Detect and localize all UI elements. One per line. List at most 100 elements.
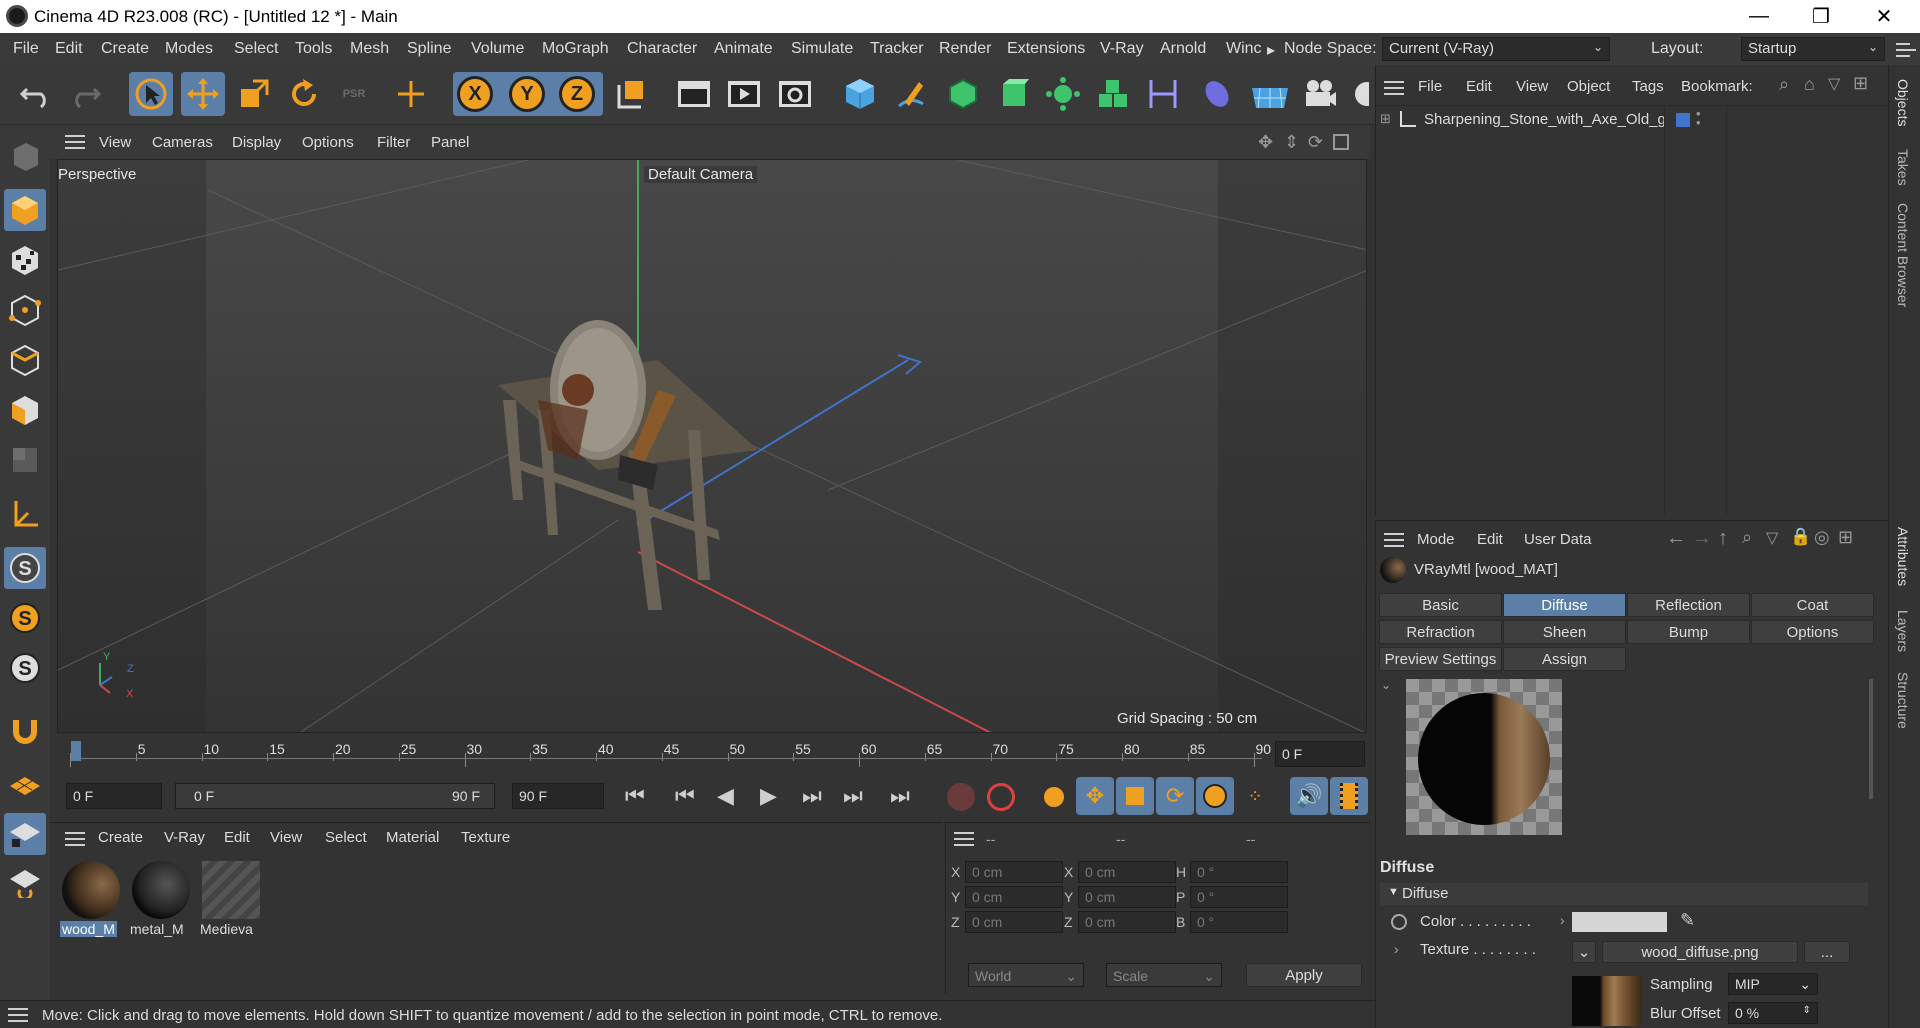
solo-hierarchy-icon[interactable]: S — [4, 647, 46, 689]
color-swatch[interactable] — [1572, 912, 1667, 932]
redo-icon[interactable] — [63, 72, 107, 116]
blur-offset-field[interactable]: 0 % ⇕ — [1728, 1002, 1818, 1024]
tab-layers[interactable]: Layers — [1895, 610, 1911, 652]
home-icon[interactable]: ⌂ — [1804, 74, 1815, 95]
attr-tab-options[interactable]: Options — [1751, 620, 1874, 644]
tab-attributes[interactable]: Attributes — [1895, 527, 1911, 586]
menu-render[interactable]: Render — [939, 40, 991, 58]
attr-tab-sheen[interactable]: Sheen — [1503, 620, 1626, 644]
play-icon[interactable]: ▶ — [760, 783, 777, 809]
extrude-icon[interactable] — [991, 72, 1035, 116]
menu-volume[interactable]: Volume — [471, 40, 524, 58]
material-item[interactable]: Medieva — [200, 859, 262, 941]
status-hamburger-icon[interactable] — [8, 1008, 28, 1022]
coord-mode-select[interactable]: Scale ⌄ — [1106, 963, 1222, 987]
filter-icon[interactable]: ▽ — [1766, 528, 1778, 548]
keyframe-selection-icon[interactable] — [1040, 783, 1068, 811]
active-camera-label[interactable]: Default Camera — [644, 166, 758, 183]
uv-mode-icon[interactable] — [4, 439, 46, 481]
viewport-maximize-icon[interactable] — [1333, 134, 1349, 150]
render-view-icon[interactable] — [672, 72, 716, 116]
menu-overflow-arrow-icon[interactable]: ▸ — [1267, 40, 1275, 60]
up-arrow-icon[interactable]: ↑ — [1718, 527, 1728, 550]
subdivision-surface-icon[interactable] — [941, 72, 985, 116]
menu-mograph[interactable]: MoGraph — [542, 40, 609, 58]
obj-menu-view[interactable]: View — [1516, 78, 1548, 95]
menu-vray[interactable]: V-Ray — [1100, 40, 1144, 58]
next-frame-icon[interactable]: ⏭ — [802, 783, 822, 809]
apply-button[interactable]: Apply — [1246, 963, 1362, 987]
menu-window[interactable]: Winc — [1226, 40, 1262, 58]
menu-modes[interactable]: Modes — [165, 40, 213, 58]
mat-menu-texture[interactable]: Texture — [461, 829, 510, 846]
node-space-select[interactable]: Current (V-Ray) ⌄ — [1382, 37, 1610, 61]
expand-icon[interactable]: › — [1560, 912, 1565, 928]
coordinate-hamburger-icon[interactable] — [954, 832, 974, 846]
coord-value-field[interactable]: 0 cm — [965, 886, 1063, 908]
magnet-icon[interactable] — [4, 710, 46, 752]
new-window-icon[interactable]: ⊞ — [1838, 527, 1853, 548]
previous-frame-icon[interactable]: ◀ — [717, 783, 734, 809]
light-icon[interactable] — [1346, 72, 1372, 116]
menu-character[interactable]: Character — [627, 40, 697, 58]
coord-space-select[interactable]: World ⌄ — [968, 963, 1084, 987]
attr-tab-reflection[interactable]: Reflection — [1627, 593, 1750, 617]
z-axis-lock-button[interactable]: Z — [559, 76, 595, 112]
collapse-preview-icon[interactable]: ⌄ — [1381, 678, 1391, 692]
viewport-menu-display[interactable]: Display — [232, 134, 281, 151]
snap-icon[interactable]: S — [4, 547, 46, 589]
undo-icon[interactable] — [14, 72, 58, 116]
menu-tracker[interactable]: Tracker — [870, 40, 924, 58]
tab-content-browser[interactable]: Content Browser — [1895, 203, 1911, 307]
y-axis-lock-button[interactable]: Y — [509, 76, 545, 112]
minimize-button[interactable]: — — [1730, 0, 1788, 33]
pen-tool-icon[interactable] — [889, 72, 933, 116]
texture-file-button[interactable]: wood_diffuse.png — [1602, 941, 1798, 963]
coordinate-system-icon[interactable] — [610, 72, 654, 116]
menu-mesh[interactable]: Mesh — [350, 40, 389, 58]
record-rotation-icon[interactable]: ⟳ — [1156, 777, 1194, 815]
record-keys-icon[interactable] — [947, 783, 975, 811]
attr-menu-mode[interactable]: Mode — [1417, 531, 1455, 548]
object-name[interactable]: Sharpening_Stone_with_Axe_Old_g — [1424, 111, 1666, 128]
layout-select[interactable]: Startup ⌄ — [1741, 37, 1885, 61]
menu-spline[interactable]: Spline — [407, 40, 451, 58]
coord-value-field[interactable]: 0 ° — [1190, 886, 1288, 908]
attr-tab-assign[interactable]: Assign — [1503, 647, 1626, 671]
attr-tab-diffuse[interactable]: Diffuse — [1503, 593, 1626, 617]
menu-arnold[interactable]: Arnold — [1160, 40, 1206, 58]
menu-animate[interactable]: Animate — [714, 40, 773, 58]
tab-takes[interactable]: Takes — [1895, 149, 1911, 186]
attr-tab-bump[interactable]: Bump — [1627, 620, 1750, 644]
viewport-dolly-icon[interactable]: ⇕ — [1284, 132, 1299, 153]
attr-menu-edit[interactable]: Edit — [1477, 531, 1503, 548]
material-item[interactable]: wood_M — [60, 859, 122, 941]
attribute-scrollbar[interactable] — [1869, 679, 1873, 799]
color-keyframe-icon[interactable] — [1391, 914, 1407, 930]
go-to-start-icon[interactable]: ⏮ — [625, 783, 645, 809]
mograph-cubes-icon[interactable] — [1091, 72, 1135, 116]
coord-value-field[interactable]: 0 cm — [965, 861, 1063, 883]
coord-value-field[interactable]: 0 ° — [1190, 911, 1288, 933]
target-icon[interactable]: ◎ — [1814, 527, 1830, 548]
record-point-level-icon[interactable]: ⁘ — [1236, 777, 1274, 815]
menu-create[interactable]: Create — [101, 40, 149, 58]
tab-structure[interactable]: Structure — [1895, 672, 1911, 729]
timeline-ruler[interactable]: 051015202530354045505560657075808590 0 F — [50, 735, 1370, 775]
search-icon[interactable]: ⌕ — [1742, 527, 1752, 548]
scale-tool-icon[interactable] — [232, 72, 276, 116]
material-manager-hamburger-icon[interactable] — [65, 832, 85, 846]
previous-key-icon[interactable]: ⏮ — [675, 783, 695, 809]
tab-objects[interactable]: Objects — [1895, 79, 1911, 126]
close-button[interactable]: ✕ — [1855, 0, 1913, 33]
solo-icon[interactable]: S — [4, 597, 46, 639]
mat-menu-create[interactable]: Create — [98, 829, 143, 846]
cloner-icon[interactable] — [1041, 72, 1085, 116]
menu-edit[interactable]: Edit — [55, 40, 83, 58]
sound-icon[interactable]: 🔊 — [1290, 777, 1328, 815]
viewport-rotate-icon[interactable]: ⟳ — [1308, 132, 1323, 153]
back-arrow-icon[interactable]: ← — [1666, 527, 1686, 550]
render-to-picture-viewer-icon[interactable] — [722, 72, 766, 116]
coord-value-field[interactable]: 0 cm — [1078, 861, 1176, 883]
menu-file[interactable]: File — [13, 40, 39, 58]
